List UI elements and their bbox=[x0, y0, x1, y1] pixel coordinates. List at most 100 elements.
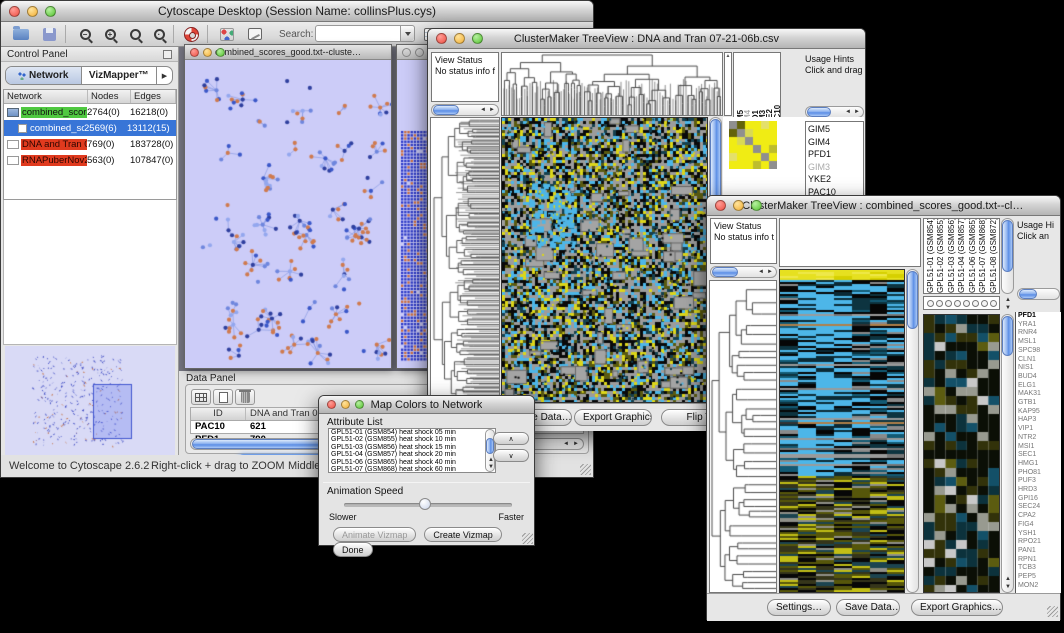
gene-list-item[interactable]: PFD1 bbox=[808, 148, 861, 161]
move-down-button[interactable]: ∨ bbox=[493, 449, 529, 462]
resize-grip[interactable] bbox=[1047, 606, 1058, 617]
gene-list-item[interactable]: GTB1 bbox=[1018, 399, 1059, 408]
gene-list-item[interactable]: BUD4 bbox=[1018, 373, 1059, 382]
gene-list-item[interactable]: HAP3 bbox=[1018, 416, 1059, 425]
gene-list-item[interactable]: GPI16 bbox=[1018, 495, 1059, 504]
attribute-list-item[interactable]: GPL51-02 (GSM855) heat shock 10 min bbox=[331, 436, 495, 443]
gene-list-item[interactable]: CLN1 bbox=[1018, 356, 1059, 365]
dialog-button[interactable]: Animate Vizmap bbox=[333, 527, 416, 542]
gene-list-item[interactable]: RNR4 bbox=[1018, 329, 1059, 338]
row-dendrogram-panel[interactable] bbox=[709, 280, 777, 593]
treeview1-gene-list[interactable]: GIM5GIM4PFD1GIM3YKE2PAC10 bbox=[805, 121, 864, 205]
treeview2-column-labels[interactable]: GPL51-01 (GSM854)GPL51-02 (GSM855)GPL51-… bbox=[923, 218, 1000, 294]
heatmap-vscrollbar[interactable] bbox=[906, 269, 919, 593]
dialog-button[interactable]: Create Vizmap bbox=[424, 527, 501, 542]
gene-list-item[interactable]: YKE2 bbox=[808, 173, 861, 186]
search-input[interactable] bbox=[315, 25, 415, 42]
network-view-titlebar[interactable]: combined_scores_good.txt--cluste… bbox=[185, 45, 391, 60]
gene-list-item[interactable]: CPA2 bbox=[1018, 512, 1059, 521]
heatmap-panel[interactable] bbox=[779, 269, 905, 593]
gene-list-item[interactable]: RPO21 bbox=[1018, 538, 1059, 547]
gene-list-item[interactable]: RPN1 bbox=[1018, 556, 1059, 565]
treeview1-titlebar[interactable]: ClusterMaker TreeView : DNA and Tran 07-… bbox=[428, 29, 865, 49]
network-row[interactable]: combined_sco 2569(6) 13112(15) bbox=[4, 120, 176, 136]
gene-list-item[interactable]: PUF3 bbox=[1018, 477, 1059, 486]
help-icon[interactable] bbox=[181, 25, 201, 43]
delete-attribute-icon[interactable] bbox=[235, 389, 255, 405]
treeview-button[interactable]: Export Graphics… bbox=[574, 409, 652, 426]
view-status-hscrollbar[interactable]: ◄ ► bbox=[431, 104, 499, 116]
zoom-out-icon[interactable]: − bbox=[75, 25, 95, 43]
zoom-button[interactable] bbox=[472, 33, 483, 44]
gene-list-item[interactable]: FIG4 bbox=[1018, 521, 1059, 530]
cluster-vscrollbar[interactable]: ▲ ▼ bbox=[1001, 314, 1014, 593]
main-titlebar[interactable]: Cytoscape Desktop (Session Name: collins… bbox=[1, 1, 593, 22]
gene-list-item[interactable]: MSL1 bbox=[1018, 338, 1059, 347]
gene-list-item[interactable]: PHO81 bbox=[1018, 469, 1059, 478]
correlation-matrix[interactable] bbox=[729, 121, 777, 169]
network-row[interactable]: DNA and Tran 07 769(0) 183728(0) bbox=[4, 136, 176, 152]
gene-list-item[interactable]: NTR2 bbox=[1018, 434, 1059, 443]
dropdown-arrow-icon[interactable] bbox=[400, 26, 414, 41]
row-dendrogram-panel[interactable] bbox=[430, 117, 500, 403]
open-file-icon[interactable] bbox=[11, 25, 31, 43]
zoom-fit-icon[interactable]: · bbox=[149, 25, 169, 43]
new-attribute-icon[interactable] bbox=[213, 389, 233, 405]
attribute-list-item[interactable]: GPL51-03 (GSM856) heat shock 15 min bbox=[331, 444, 495, 451]
close-button[interactable] bbox=[327, 400, 336, 409]
gene-list-item[interactable]: ELG1 bbox=[1018, 382, 1059, 391]
zoom-in-icon[interactable]: + bbox=[100, 25, 120, 43]
network-overview-thumbnail[interactable] bbox=[5, 346, 175, 456]
gene-list-item[interactable]: GIM3 bbox=[808, 161, 861, 174]
resize-grip[interactable] bbox=[522, 533, 533, 544]
minimize-button[interactable] bbox=[27, 6, 38, 17]
view-status-hscrollbar[interactable]: ◄ ► bbox=[710, 266, 777, 278]
gene-list-item[interactable]: PAN1 bbox=[1018, 547, 1059, 556]
gene-list-item[interactable]: TCB3 bbox=[1018, 564, 1059, 573]
gene-list-item[interactable]: GIM5 bbox=[808, 123, 861, 136]
network-row[interactable]: RNAPuberNov2+ 563(0) 107847(0) bbox=[4, 152, 176, 168]
gene-list-item[interactable]: KAP95 bbox=[1018, 408, 1059, 417]
scroll-down-icon[interactable]: ▼ bbox=[1005, 305, 1011, 311]
attribute-list[interactable]: GPL51-01 (GSM854) heat shock 05 minGPL51… bbox=[328, 428, 496, 473]
save-icon[interactable] bbox=[39, 25, 59, 43]
gene-list-item[interactable]: VIP1 bbox=[1018, 425, 1059, 434]
zoom-button[interactable] bbox=[45, 6, 56, 17]
gene-list-item[interactable]: YSH1 bbox=[1018, 530, 1059, 539]
column-dendrogram-panel[interactable] bbox=[779, 218, 921, 267]
close-button[interactable] bbox=[190, 48, 199, 57]
gene-list-item[interactable]: MON2 bbox=[1018, 582, 1059, 591]
treeview-button[interactable]: Settings… bbox=[767, 599, 831, 616]
dialog-button[interactable]: Done bbox=[333, 542, 373, 557]
tab-network[interactable]: Network bbox=[6, 67, 82, 84]
minimize-button[interactable] bbox=[415, 48, 424, 57]
column-labels-vscrollbar[interactable] bbox=[1001, 218, 1014, 294]
gene-list-item[interactable]: NIS1 bbox=[1018, 364, 1059, 373]
gene-list-item[interactable]: MAK31 bbox=[1018, 390, 1059, 399]
gene-list-item[interactable]: YRA1 bbox=[1018, 321, 1059, 330]
selected-cluster-heatmap[interactable] bbox=[923, 314, 1000, 593]
tab-vizmapper[interactable]: VizMapper™ bbox=[82, 67, 157, 84]
minimize-button[interactable] bbox=[341, 400, 350, 409]
gene-list-item[interactable]: PEP5 bbox=[1018, 573, 1059, 582]
gene-list-item[interactable]: MSI1 bbox=[1018, 443, 1059, 452]
usage-hints-hscrollbar[interactable] bbox=[1017, 288, 1060, 300]
treeview2-titlebar[interactable]: ClusterMaker TreeView : combined_scores_… bbox=[707, 196, 1060, 216]
gene-list-item[interactable]: HMG1 bbox=[1018, 460, 1059, 469]
network-overview-icon[interactable] bbox=[217, 25, 237, 43]
zoom-button[interactable] bbox=[355, 400, 364, 409]
dialog-titlebar[interactable]: Map Colors to Network bbox=[319, 396, 534, 414]
select-attributes-icon[interactable] bbox=[191, 389, 211, 405]
attribute-list-item[interactable]: GPL51-01 (GSM854) heat shock 05 min bbox=[331, 429, 495, 436]
zoom-button[interactable] bbox=[216, 48, 225, 57]
minimize-button[interactable] bbox=[203, 48, 212, 57]
network-row[interactable]: combined_scores_ 2764(0) 16218(0) bbox=[4, 104, 176, 120]
treeview2-gene-list[interactable]: PFD1YRA1RNR4MSL1SPC98CLN1NIS1BUD4ELG1MAK… bbox=[1015, 312, 1061, 593]
gene-list-item[interactable]: SEC1 bbox=[1018, 451, 1059, 460]
annotation-icon[interactable] bbox=[245, 25, 265, 43]
close-button[interactable] bbox=[715, 200, 726, 211]
minimize-button[interactable] bbox=[733, 200, 744, 211]
treeview-button[interactable]: Export Graphics… bbox=[911, 599, 1003, 616]
close-button[interactable] bbox=[436, 33, 447, 44]
move-up-button[interactable]: ∧ bbox=[493, 432, 529, 445]
